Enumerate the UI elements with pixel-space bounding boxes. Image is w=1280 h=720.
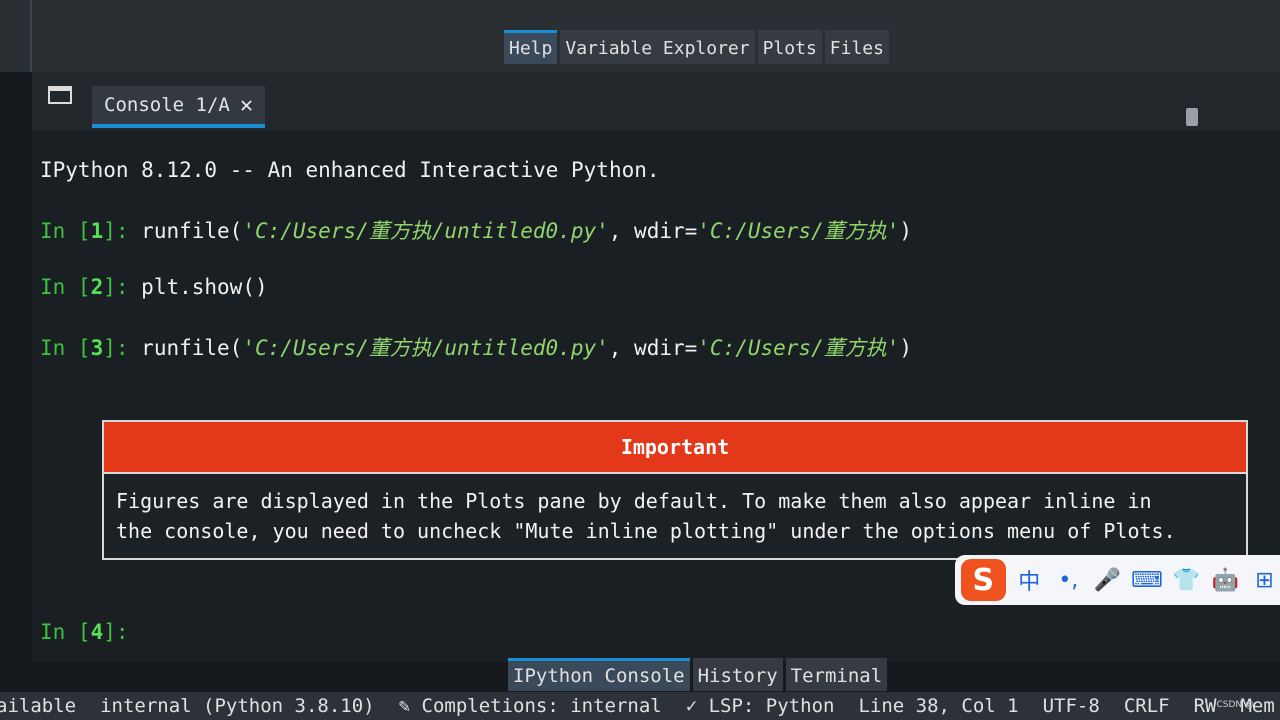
tab-ipython-console[interactable]: IPython Console (508, 658, 690, 691)
trash-icon[interactable] (1186, 108, 1198, 126)
console-cell-1: In [1]: runfile('C:/Users/董方执/untitled0.… (40, 219, 913, 243)
tab-console-1a[interactable]: Console 1/A ✕ (92, 86, 266, 128)
console-pane-header: Console 1/A ✕ (32, 72, 1280, 130)
ime-chinese-mode[interactable]: 中 (1014, 564, 1045, 596)
bottom-dock-tabs: IPython Console History Terminal (508, 658, 888, 691)
tab-files[interactable]: Files (824, 30, 889, 64)
important-notice: Important Figures are displayed in the P… (102, 420, 1248, 560)
important-message: Figures are displayed in the Plots pane … (104, 474, 1246, 558)
status-encoding: UTF-8 (1042, 695, 1100, 717)
important-line-2: the console, you need to uncheck "Mute i… (116, 519, 1176, 543)
tab-variable-explorer[interactable]: Variable Explorer (560, 30, 755, 64)
top-dock: Help Variable Explorer Plots Files (0, 0, 1280, 72)
divider (30, 0, 32, 72)
sogou-logo-icon[interactable]: S (961, 559, 1006, 601)
status-eol: CRLF (1123, 695, 1170, 717)
assistant-icon[interactable]: 🤖 (1210, 568, 1241, 593)
toolbox-icon[interactable]: ⊞ (1249, 568, 1280, 593)
close-icon[interactable]: ✕ (240, 93, 253, 118)
watermark: CSDN @ (1216, 700, 1254, 710)
ime-toolbar: S 中 •, 🎤 ⌨ 👕 🤖 ⊞ (955, 555, 1280, 605)
ipython-banner: IPython 8.12.0 -- An enhanced Interactiv… (40, 158, 660, 182)
skin-icon[interactable]: 👕 (1171, 568, 1202, 593)
console-input-prompt[interactable]: In [4]: (40, 620, 129, 644)
status-cursor-position: Line 38, Col 1 (858, 695, 1019, 717)
status-bar: ailable internal (Python 3.8.10) ✎ Compl… (0, 692, 1280, 720)
in-prompt: In [1]: (40, 219, 142, 243)
important-title: Important (104, 422, 1246, 474)
status-completions: ✎ Completions: internal (398, 695, 662, 717)
in-prompt: In [2]: (40, 275, 142, 299)
status-rw: RW (1193, 695, 1217, 717)
status-lsp: ✓ LSP: Python (685, 695, 835, 717)
in-prompt: In [3]: (40, 336, 142, 360)
tab-history[interactable]: History (692, 658, 783, 691)
tab-terminal[interactable]: Terminal (785, 658, 888, 691)
console-cell-2: In [2]: plt.show() (40, 275, 268, 299)
console-tab-label: Console 1/A (104, 94, 230, 116)
console-cell-3: In [3]: runfile('C:/Users/董方执/untitled0.… (40, 336, 913, 360)
keyboard-icon[interactable]: ⌨ (1131, 568, 1163, 593)
tab-plots[interactable]: Plots (757, 30, 822, 64)
tab-help[interactable]: Help (504, 30, 558, 64)
in-prompt: In [4]: (40, 620, 129, 644)
status-interpreter[interactable]: internal (Python 3.8.10) (100, 695, 375, 717)
microphone-icon[interactable]: 🎤 (1092, 568, 1123, 593)
punctuation-icon[interactable]: •, (1053, 568, 1084, 593)
important-line-1: Figures are displayed in the Plots pane … (116, 489, 1152, 513)
top-dock-tabs: Help Variable Explorer Plots Files (504, 30, 889, 64)
window-icon[interactable] (48, 86, 72, 104)
status-kernel: ailable (0, 695, 77, 717)
